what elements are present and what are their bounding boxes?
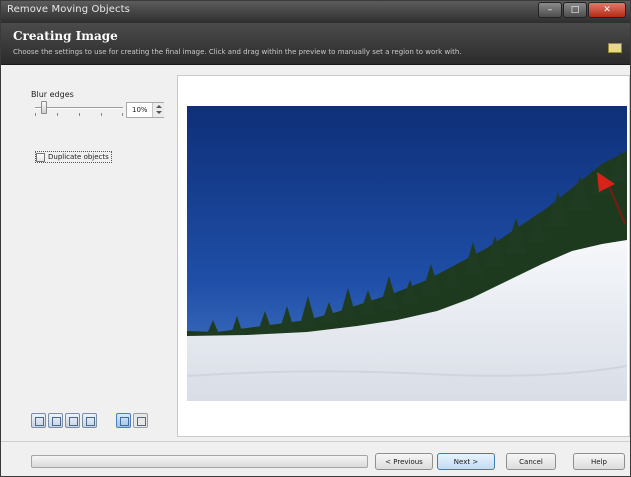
settings-pane: Blur edges 10% Duplicate objects — [13, 75, 173, 435]
preview-mode-icon[interactable] — [116, 413, 131, 428]
maximize-icon: □ — [570, 5, 580, 15]
preview-image[interactable] — [187, 106, 627, 401]
cancel-label: Cancel — [519, 457, 543, 466]
close-icon: ✕ — [603, 5, 611, 15]
blur-edges-label: Blur edges — [31, 90, 74, 99]
fit-to-window-icon[interactable] — [65, 413, 80, 428]
previous-label: < Previous — [385, 457, 423, 466]
page-title: Creating Image — [13, 29, 118, 43]
duplicate-objects-label: Duplicate objects — [48, 153, 109, 161]
next-button[interactable]: Next > — [437, 453, 495, 470]
blur-edges-spinner[interactable] — [152, 103, 164, 117]
help-book-icon[interactable] — [608, 43, 622, 53]
footer-divider — [1, 441, 630, 442]
wizard-header: Creating Image Choose the settings to us… — [1, 23, 630, 65]
help-button[interactable]: Help — [573, 453, 625, 470]
slider-tick — [35, 113, 36, 116]
duplicate-objects-option[interactable]: Duplicate objects — [35, 151, 112, 163]
progress-bar — [31, 455, 368, 468]
split-view-icon[interactable] — [133, 413, 148, 428]
minimize-button[interactable]: – — [538, 2, 562, 18]
zoom-out-icon[interactable] — [48, 413, 63, 428]
previous-button[interactable]: < Previous — [375, 453, 433, 470]
window-title: Remove Moving Objects — [7, 4, 130, 15]
zoom-in-icon[interactable] — [31, 413, 46, 428]
close-button[interactable]: ✕ — [588, 2, 626, 18]
next-label: Next > — [453, 457, 479, 466]
title-bar[interactable]: Remove Moving Objects – □ ✕ — [1, 1, 630, 23]
page-subtitle: Choose the settings to use for creating … — [13, 48, 462, 56]
blur-edges-value: 10% — [132, 106, 148, 114]
window-controls: – □ ✕ — [537, 2, 626, 19]
slider-tick — [101, 113, 102, 116]
cancel-button[interactable]: Cancel — [506, 453, 556, 470]
duplicate-objects-checkbox[interactable] — [36, 152, 45, 162]
help-label: Help — [591, 457, 607, 466]
app-window: Remove Moving Objects – □ ✕ Creating Ima… — [0, 0, 631, 477]
slider-tick — [122, 113, 123, 116]
slider-tick — [57, 113, 58, 116]
slider-thumb[interactable] — [40, 101, 47, 114]
ski-slope-photo — [187, 106, 627, 401]
actual-size-icon[interactable] — [82, 413, 97, 428]
minimize-icon: – — [547, 5, 553, 15]
blur-edges-slider[interactable] — [35, 107, 123, 109]
preview-toolbar — [31, 413, 150, 429]
maximize-button[interactable]: □ — [563, 2, 587, 18]
slider-tick — [79, 113, 80, 116]
